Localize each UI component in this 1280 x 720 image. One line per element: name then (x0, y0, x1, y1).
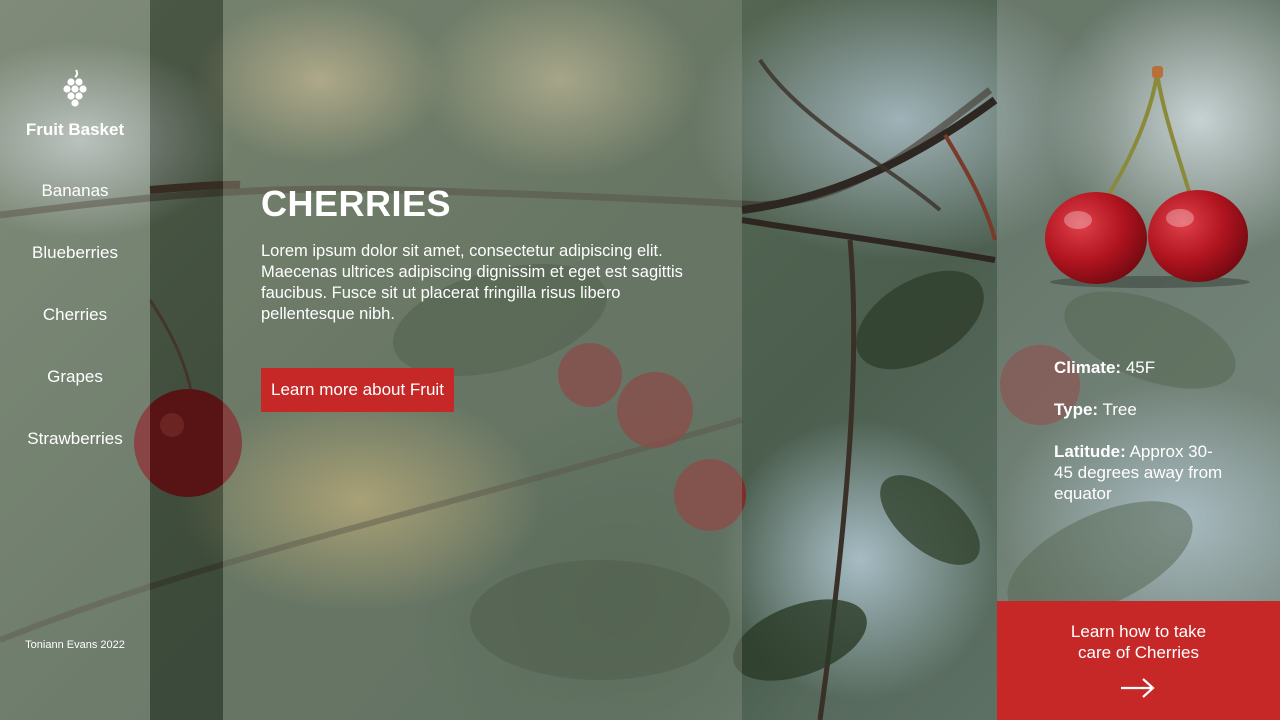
care-guide-label: Learn how to take care of Cherries (997, 621, 1280, 663)
page-title: CHERRIES (261, 183, 452, 224)
arrow-right-icon[interactable] (1120, 677, 1156, 704)
climate-label: Climate: (1054, 358, 1122, 377)
care-line-2: care of Cherries (1078, 643, 1199, 662)
climate-info: Climate: 45F (1054, 357, 1254, 378)
grapes-icon[interactable] (0, 68, 150, 113)
brand-name[interactable]: Fruit Basket (0, 120, 150, 140)
latitude-info: Latitude: Approx 30-45 degrees away from… (1054, 441, 1229, 504)
latitude-label: Latitude: (1054, 442, 1126, 461)
sidebar-item-blueberries[interactable]: Blueberries (0, 243, 150, 263)
footer-credit: Toniann Evans 2022 (25, 639, 125, 651)
page-description: Lorem ipsum dolor sit amet, consectetur … (261, 242, 683, 323)
learn-more-button[interactable]: Learn more about Fruit (261, 368, 454, 412)
image-strip (150, 0, 223, 720)
type-label: Type: (1054, 400, 1099, 419)
type-value: Tree (1102, 400, 1137, 419)
care-line-1: Learn how to take (1070, 622, 1207, 641)
cherry-image (1040, 60, 1260, 295)
sidebar: Fruit Basket Bananas Blueberries Cherrie… (0, 0, 150, 720)
climate-value: 45F (1125, 358, 1156, 377)
content-panel (223, 0, 742, 720)
sidebar-item-grapes[interactable]: Grapes (0, 367, 150, 387)
type-info: Type: Tree (1054, 399, 1254, 420)
sidebar-item-cherries[interactable]: Cherries (0, 305, 150, 325)
sidebar-item-strawberries[interactable]: Strawberries (0, 429, 150, 449)
care-guide-button[interactable]: Learn how to take care of Cherries (997, 601, 1280, 720)
sidebar-item-bananas[interactable]: Bananas (0, 181, 150, 201)
